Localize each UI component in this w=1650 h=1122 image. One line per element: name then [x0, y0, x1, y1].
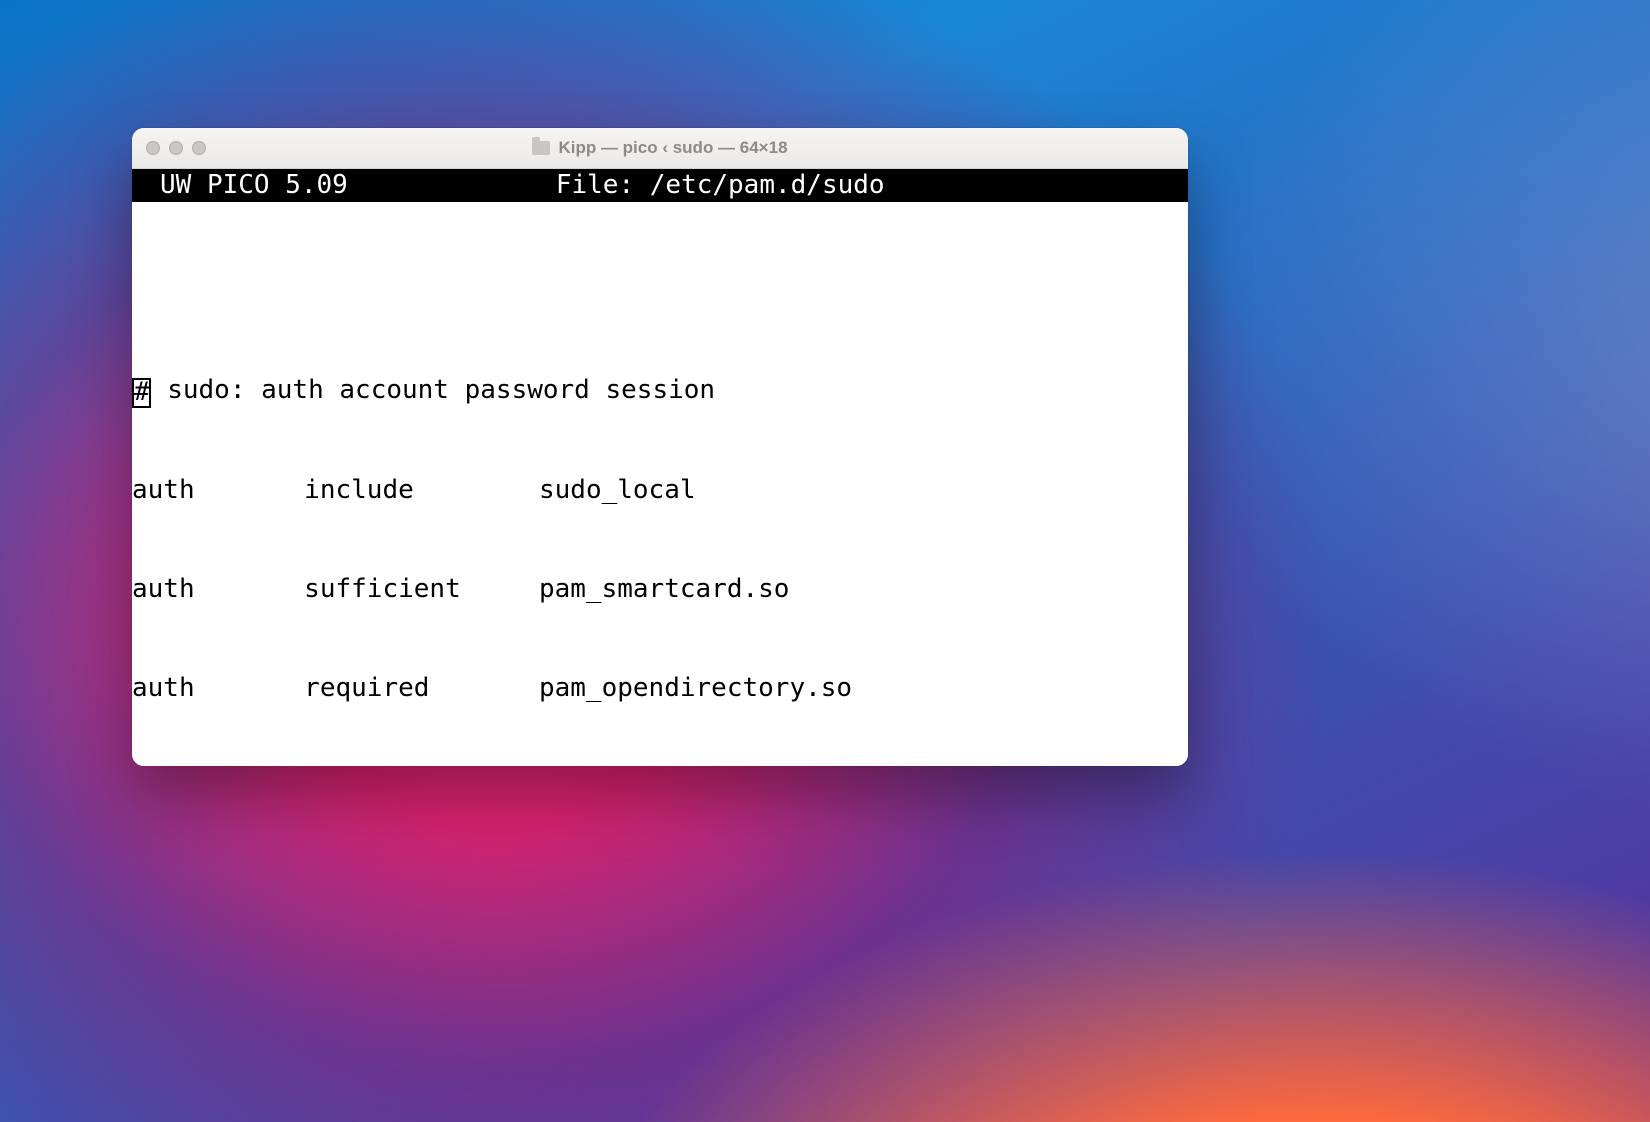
terminal-window: Kipp — pico ‹ sudo — 64×18 UW PICO 5.09 …	[132, 128, 1188, 766]
pico-header-bar: UW PICO 5.09 File: /etc/pam.d/sudo	[132, 169, 1188, 202]
window-controls	[146, 141, 206, 155]
file-line: # sudo: auth account password session	[132, 374, 1188, 408]
terminal-viewport[interactable]: UW PICO 5.09 File: /etc/pam.d/sudo # sud…	[132, 169, 1188, 766]
window-title-text: Kipp — pico ‹ sudo — 64×18	[558, 138, 787, 158]
minimize-button[interactable]	[169, 141, 183, 155]
file-line: auth required pam_opendirectory.so	[132, 672, 1188, 705]
pico-file-label: File: /etc/pam.d/sudo	[556, 169, 885, 202]
text-cursor: #	[132, 378, 151, 408]
close-button[interactable]	[146, 141, 160, 155]
file-line	[132, 275, 1188, 308]
zoom-button[interactable]	[192, 141, 206, 155]
window-titlebar[interactable]: Kipp — pico ‹ sudo — 64×18	[132, 128, 1188, 169]
file-line: auth sufficient pam_smartcard.so	[132, 573, 1188, 606]
window-title: Kipp — pico ‹ sudo — 64×18	[532, 138, 787, 158]
pico-app-label: UW PICO 5.09	[160, 169, 348, 202]
folder-icon	[532, 141, 550, 155]
editor-content[interactable]: # sudo: auth account password session au…	[132, 202, 1188, 766]
file-line: auth include sudo_local	[132, 474, 1188, 507]
